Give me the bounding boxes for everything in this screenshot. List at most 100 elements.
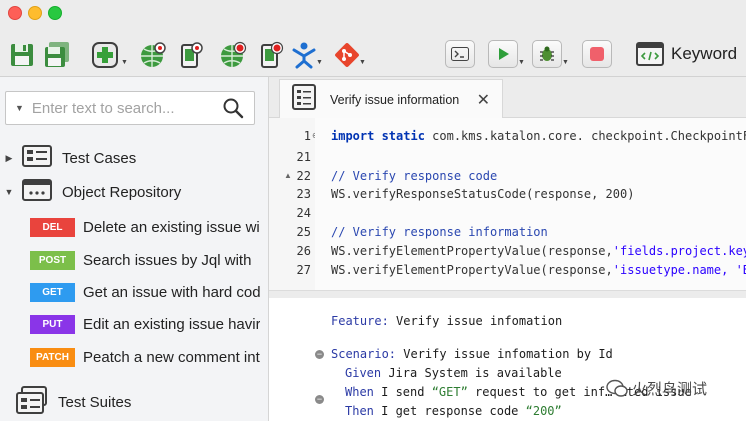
window-zoom-button[interactable]: [48, 6, 62, 20]
spy-mobile-icon[interactable]: [176, 40, 206, 70]
request-label: Get an issue with hard cod: [83, 284, 260, 301]
method-badge: PUT: [30, 315, 75, 334]
keyword-button[interactable]: Keyword: [636, 40, 737, 68]
gherkin-keyword: When: [345, 385, 374, 399]
watermark: 火烈鸟测试: [606, 378, 707, 399]
search-filter-chevron-down-icon[interactable]: ▼: [15, 103, 24, 113]
code-line: WS.verifyElementPropertyValue(response,'…: [331, 244, 746, 258]
gherkin-string: “200”: [525, 404, 562, 418]
save-icon[interactable]: [8, 40, 36, 70]
request-item-search[interactable]: POST Search issues by Jql with: [30, 251, 260, 270]
fold-collapse-icon[interactable]: −: [315, 350, 324, 359]
record-web-icon[interactable]: [218, 40, 248, 70]
gherkin-keyword: Scenario:: [331, 347, 397, 361]
keyword-icon: [636, 42, 664, 66]
gherkin-text: Verify issue infomation by Id: [396, 347, 613, 361]
line-number: 1: [303, 129, 311, 143]
request-label: Delete an existing issue wi: [83, 219, 260, 236]
gherkin-text: I send: [373, 385, 432, 399]
debug-chevron-down-icon[interactable]: ▼: [562, 59, 569, 66]
code-text: WS.verifyElementPropertyValue(response,: [331, 244, 613, 258]
close-icon[interactable]: ✕: [477, 90, 490, 110]
chat-bubble-icon: [606, 379, 628, 397]
request-item-get[interactable]: GET Get an issue with hard cod: [30, 283, 260, 302]
record-mobile-icon[interactable]: [256, 40, 286, 70]
request-item-patch[interactable]: PATCH Peatch a new comment int: [30, 348, 260, 367]
stop-icon[interactable]: [582, 40, 612, 68]
tests-explorer: ▼ ▶ Test Cases ▼ Object Repository DEL D…: [0, 77, 269, 421]
request-label: Peatch a new comment int: [83, 349, 260, 366]
line-number: 21: [296, 150, 311, 164]
method-badge: DEL: [30, 218, 75, 237]
search-input[interactable]: [31, 99, 202, 117]
test-suites-folder-icon: [16, 386, 48, 418]
feature-file-editor[interactable]: − Feature: Verify issue infomation − Sce…: [269, 298, 746, 421]
code-string: 'fields.project.key: [612, 244, 746, 258]
gherkin-keyword: Given: [345, 366, 382, 380]
line-number: 22: [296, 169, 311, 183]
expand-arrow-icon[interactable]: ▶: [4, 153, 14, 164]
fold-collapse-icon[interactable]: ▲: [284, 171, 292, 180]
tree-item-label: Test Cases: [62, 149, 137, 167]
gherkin-text: Verify issue infomation: [388, 314, 563, 328]
request-label: Search issues by Jql with: [83, 252, 252, 269]
editor-area: Verify issue information ✕ 1 21 22 23 24…: [269, 77, 746, 421]
tree-item-label: Test Suites: [58, 393, 132, 411]
spy-windows-icon[interactable]: [290, 40, 318, 70]
gherkin-text: I get response code: [373, 404, 526, 418]
line-number: 24: [296, 206, 311, 220]
fold-collapse-icon[interactable]: −: [315, 395, 324, 404]
feature-line: Feature: Verify issue infomation: [331, 314, 562, 328]
line-number: 27: [296, 263, 311, 277]
code-string: 'issuetype.name, 'B: [612, 263, 746, 277]
run-icon[interactable]: [488, 40, 518, 68]
tree-item-object-repository[interactable]: ▼ Object Repository: [4, 178, 181, 206]
search-box: ▼: [5, 91, 255, 125]
tree-item-test-suites[interactable]: Test Suites: [16, 386, 131, 418]
gherkin-text: Jira System is available: [381, 366, 562, 380]
request-item-edit[interactable]: PUT Edit an existing issue havir: [30, 315, 260, 334]
object-repository-folder-icon: [22, 178, 52, 206]
watermark-text: 火烈鸟测试: [632, 381, 708, 398]
method-badge: GET: [30, 283, 75, 302]
line-number: 25: [296, 225, 311, 239]
method-badge: PATCH: [30, 348, 75, 367]
window-minimize-button[interactable]: [28, 6, 42, 20]
spy-windows-chevron-down-icon[interactable]: ▼: [316, 59, 323, 66]
collapse-arrow-icon[interactable]: ▼: [4, 187, 14, 197]
git-icon[interactable]: [332, 40, 362, 70]
tab-verify-issue-information[interactable]: Verify issue information ✕: [279, 79, 503, 119]
main-toolbar: ▼ ▼ ▼ ▼ ▼ Keyword: [0, 0, 746, 77]
code-text: WS.verifyElementPropertyValue(response,: [331, 263, 613, 277]
save-all-icon[interactable]: [42, 40, 72, 70]
code-lines: import static com.kms.katalon.core. chec…: [315, 118, 746, 290]
request-item-delete[interactable]: DEL Delete an existing issue wi: [30, 218, 260, 237]
git-chevron-down-icon[interactable]: ▼: [359, 59, 366, 66]
gherkin-keyword: Feature:: [331, 314, 389, 328]
test-cases-folder-icon: [22, 144, 52, 172]
keyword-label: Keyword: [671, 44, 738, 63]
code-line: WS.verifyResponseStatusCode(response, 20…: [331, 187, 635, 201]
debug-icon[interactable]: [532, 40, 562, 68]
code-line: WS.verifyElementPropertyValue(response,'…: [331, 263, 746, 277]
code-comment: // Verify response code: [331, 169, 498, 183]
tree-item-test-cases[interactable]: ▶ Test Cases: [4, 144, 136, 172]
spy-web-icon[interactable]: [138, 40, 168, 70]
new-menu-chevron-down-icon[interactable]: ▼: [121, 59, 128, 66]
run-chevron-down-icon[interactable]: ▼: [518, 59, 525, 66]
search-icon[interactable]: [222, 97, 244, 124]
line-number-gutter: 1 21 22 23 24 25 26 27: [269, 118, 314, 290]
test-case-icon: [292, 84, 316, 115]
method-badge: POST: [30, 251, 75, 270]
terminal-icon[interactable]: [445, 40, 475, 68]
script-editor[interactable]: 1 21 22 23 24 25 26 27 ⊕ ▲ import static…: [269, 118, 746, 290]
gherkin-string: “GET”: [431, 385, 468, 399]
window-close-button[interactable]: [8, 6, 22, 20]
line-number: 26: [296, 244, 311, 258]
tab-title: Verify issue information: [330, 92, 460, 107]
new-icon[interactable]: [90, 40, 120, 70]
given-line: Given Jira System is available: [345, 366, 562, 380]
code-keyword: import static: [331, 129, 425, 143]
request-label: Edit an existing issue havir: [83, 316, 260, 333]
scenario-line: Scenario: Verify issue infomation by Id: [331, 347, 613, 361]
